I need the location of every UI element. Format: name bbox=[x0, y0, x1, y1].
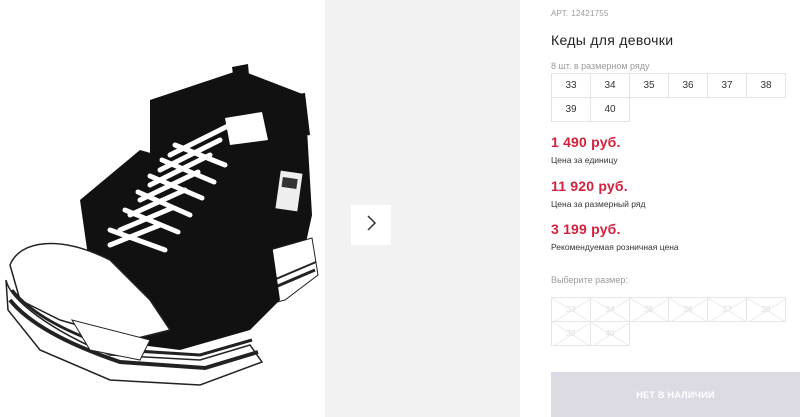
row-price: 11 920 руб. bbox=[551, 178, 628, 194]
size-cell: 33 bbox=[551, 73, 591, 98]
sizes-in-row-text: 8 шт. в размерном ряду bbox=[551, 61, 650, 71]
chevron-right-icon bbox=[365, 214, 377, 236]
crossed-out-icon bbox=[747, 298, 785, 321]
article-label: АРТ. bbox=[551, 9, 569, 18]
size-cell: 36 bbox=[668, 73, 708, 98]
unit-price: 1 490 руб. bbox=[551, 134, 621, 150]
crossed-out-icon bbox=[630, 298, 668, 321]
crossed-out-icon bbox=[552, 322, 590, 345]
unit-price-label: Цена за единицу bbox=[551, 155, 618, 165]
article-value: 12421755 bbox=[571, 9, 609, 18]
size-option-disabled[interactable]: 38 bbox=[746, 297, 786, 322]
size-cell: 37 bbox=[707, 73, 747, 98]
crossed-out-icon bbox=[708, 298, 746, 321]
size-option-disabled[interactable]: 34 bbox=[590, 297, 630, 322]
product-gallery bbox=[0, 0, 520, 417]
size-option-disabled[interactable]: 39 bbox=[551, 321, 591, 346]
crossed-out-icon bbox=[669, 298, 707, 321]
gallery-next-button[interactable] bbox=[351, 205, 391, 245]
size-option-disabled[interactable]: 40 bbox=[590, 321, 630, 346]
crossed-out-icon bbox=[591, 298, 629, 321]
size-cell: 40 bbox=[590, 97, 630, 122]
size-cell: 35 bbox=[629, 73, 669, 98]
front-sneaker bbox=[5, 82, 280, 386]
choose-size-label: Выберите размер: bbox=[551, 275, 628, 285]
out-of-stock-button[interactable]: НЕТ В НАЛИЧИИ bbox=[551, 372, 800, 417]
sneakers-image bbox=[5, 64, 319, 386]
article-number: АРТ. 12421755 bbox=[551, 9, 609, 18]
size-option-disabled[interactable]: 36 bbox=[668, 297, 708, 322]
size-cell: 38 bbox=[746, 73, 786, 98]
crossed-out-icon bbox=[552, 298, 590, 321]
size-cell: 34 bbox=[590, 73, 630, 98]
size-row-grid: 33 34 35 36 37 38 39 40 bbox=[551, 73, 791, 122]
product-title: Кеды для девочки bbox=[551, 32, 674, 48]
product-photo bbox=[0, 0, 325, 417]
size-cell: 39 bbox=[551, 97, 591, 122]
retail-price-label: Рекомендуемая розничная цена bbox=[551, 242, 679, 252]
row-price-label: Цена за размерный ряд bbox=[551, 199, 646, 209]
crossed-out-icon bbox=[591, 322, 629, 345]
size-option-disabled[interactable]: 37 bbox=[707, 297, 747, 322]
product-page: АРТ. 12421755 Кеды для девочки 8 шт. в ра… bbox=[0, 0, 800, 417]
size-option-disabled[interactable]: 35 bbox=[629, 297, 669, 322]
size-option-disabled[interactable]: 33 bbox=[551, 297, 591, 322]
retail-price: 3 199 руб. bbox=[551, 221, 621, 237]
size-picker: 33 34 35 36 37 38 39 40 bbox=[551, 297, 791, 346]
